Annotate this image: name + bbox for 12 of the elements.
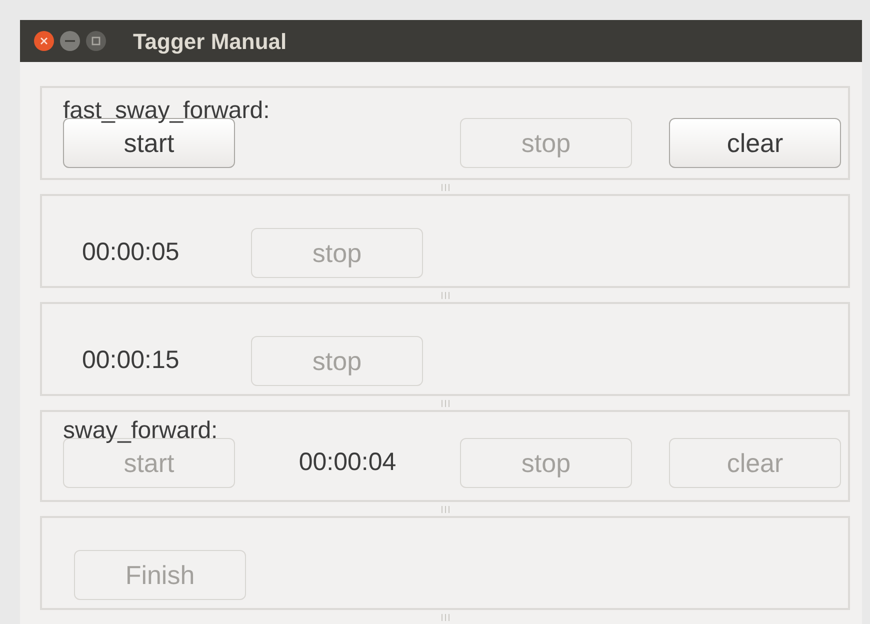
close-icon[interactable] xyxy=(33,30,55,52)
splitter-handle-icon[interactable] xyxy=(440,292,450,298)
elapsed-time: 00:00:15 xyxy=(82,345,180,376)
splitter-handle-icon[interactable] xyxy=(440,506,450,512)
button[interactable]: clear xyxy=(669,118,841,168)
splitter-handle-icon[interactable] xyxy=(440,614,450,620)
elapsed-time: 00:00:04 xyxy=(298,447,396,478)
window-title: Tagger Manual xyxy=(133,28,287,56)
splitter-handle-icon[interactable] xyxy=(440,400,450,406)
splitter-handle-icon[interactable] xyxy=(440,184,450,190)
elapsed-time: 00:00:05 xyxy=(82,237,180,268)
maximize-icon[interactable] xyxy=(85,30,107,52)
